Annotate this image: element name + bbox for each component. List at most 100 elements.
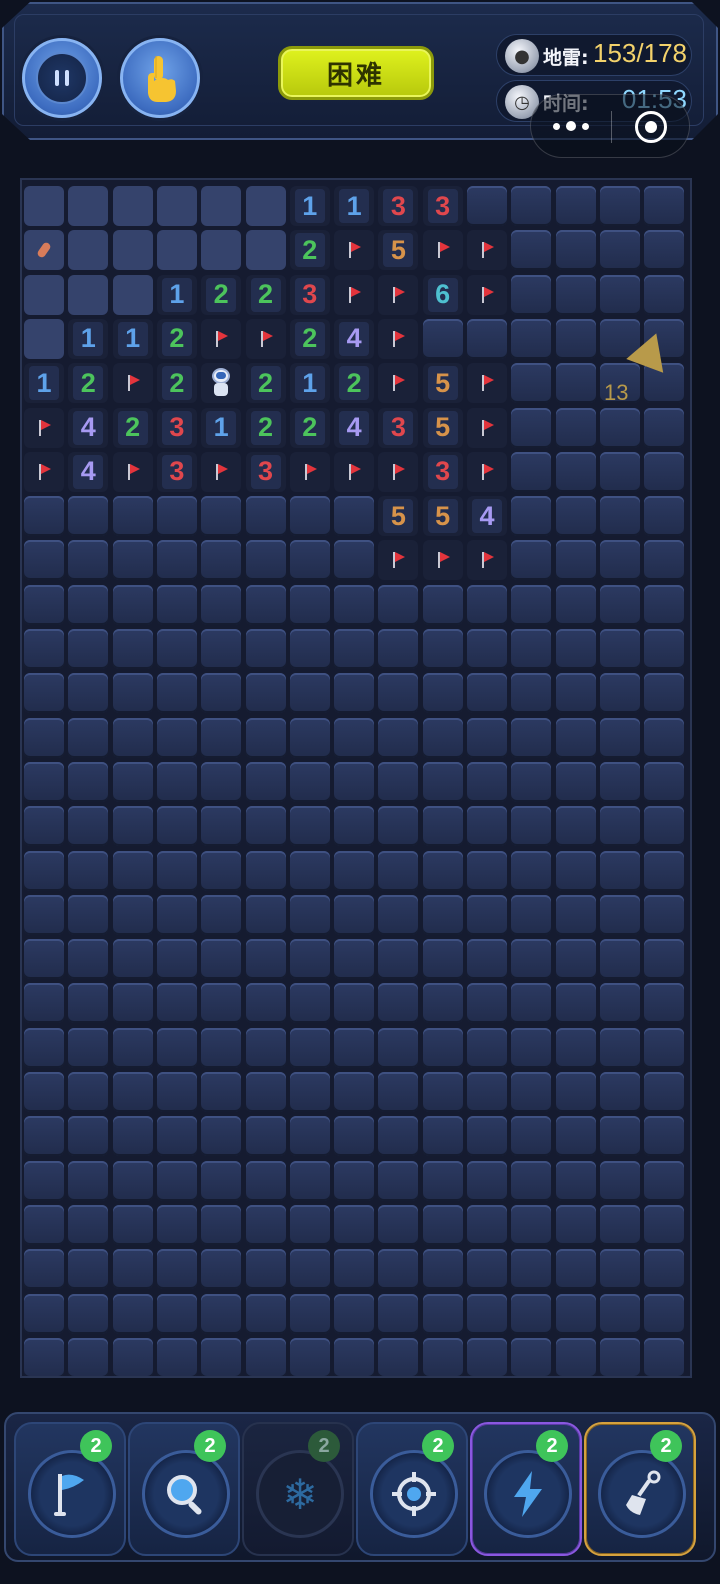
player-cell[interactable] [201, 363, 242, 404]
covered-cell[interactable] [422, 1337, 463, 1376]
covered-cell[interactable] [112, 1249, 153, 1290]
covered-cell[interactable] [467, 1204, 507, 1245]
covered-cell[interactable] [24, 1116, 64, 1157]
number-cell[interactable]: 5 [422, 496, 463, 537]
covered-cell[interactable] [511, 1027, 552, 1068]
covered-cell[interactable] [644, 451, 685, 492]
number-cell[interactable]: 3 [422, 451, 463, 492]
covered-cell[interactable] [467, 584, 507, 625]
covered-cell[interactable] [599, 1027, 640, 1068]
number-cell[interactable]: 2 [201, 274, 242, 315]
covered-cell[interactable] [245, 673, 286, 714]
covered-cell[interactable] [644, 761, 685, 802]
covered-cell[interactable] [555, 1027, 596, 1068]
covered-cell[interactable] [511, 1116, 552, 1157]
covered-cell[interactable] [156, 894, 197, 935]
covered-cell[interactable] [245, 1204, 286, 1245]
number-cell[interactable]: 4 [334, 407, 375, 448]
covered-cell[interactable] [156, 1116, 197, 1157]
covered-cell[interactable] [644, 939, 685, 980]
covered-cell[interactable] [68, 1293, 109, 1334]
covered-cell[interactable] [644, 717, 685, 758]
covered-cell[interactable] [201, 1204, 242, 1245]
covered-cell[interactable] [599, 939, 640, 980]
covered-cell[interactable] [289, 496, 330, 537]
covered-cell[interactable] [112, 1160, 153, 1201]
covered-cell[interactable] [378, 761, 419, 802]
covered-cell[interactable] [334, 584, 375, 625]
lightning-tool-button[interactable]: 2 [470, 1422, 582, 1556]
covered-cell[interactable] [201, 717, 242, 758]
covered-cell[interactable] [422, 1027, 463, 1068]
covered-cell[interactable] [511, 540, 552, 581]
covered-cell[interactable] [378, 717, 419, 758]
covered-cell[interactable] [24, 1249, 64, 1290]
flagged-cell[interactable] [467, 407, 507, 448]
number-cell[interactable]: 3 [156, 451, 197, 492]
covered-cell[interactable] [467, 318, 507, 359]
covered-cell[interactable] [644, 496, 685, 537]
covered-cell[interactable] [644, 894, 685, 935]
covered-cell[interactable] [24, 496, 64, 537]
covered-cell[interactable] [289, 761, 330, 802]
number-cell[interactable]: 1 [334, 186, 375, 226]
covered-cell[interactable] [112, 629, 153, 669]
covered-cell[interactable] [422, 673, 463, 714]
covered-cell[interactable] [555, 584, 596, 625]
covered-cell[interactable] [24, 1337, 64, 1376]
covered-cell[interactable] [644, 540, 685, 581]
covered-cell[interactable] [511, 407, 552, 448]
covered-cell[interactable] [201, 673, 242, 714]
empty-cell[interactable] [156, 230, 197, 271]
number-cell[interactable]: 3 [378, 407, 419, 448]
covered-cell[interactable] [599, 584, 640, 625]
covered-cell[interactable] [201, 629, 242, 669]
covered-cell[interactable] [644, 806, 685, 847]
covered-cell[interactable] [68, 1249, 109, 1290]
covered-cell[interactable] [156, 1293, 197, 1334]
more-icon[interactable] [553, 121, 589, 131]
covered-cell[interactable] [289, 1116, 330, 1157]
covered-cell[interactable] [68, 584, 109, 625]
covered-cell[interactable] [378, 894, 419, 935]
covered-cell[interactable] [599, 1116, 640, 1157]
covered-cell[interactable] [644, 1293, 685, 1334]
covered-cell[interactable] [511, 274, 552, 315]
covered-cell[interactable] [555, 407, 596, 448]
number-cell[interactable]: 1 [289, 186, 330, 226]
covered-cell[interactable] [511, 1072, 552, 1112]
flagged-cell[interactable] [467, 274, 507, 315]
flagged-cell[interactable] [378, 540, 419, 581]
covered-cell[interactable] [599, 186, 640, 226]
covered-cell[interactable] [201, 806, 242, 847]
covered-cell[interactable] [378, 939, 419, 980]
covered-cell[interactable] [644, 1027, 685, 1068]
covered-cell[interactable] [555, 1204, 596, 1245]
covered-cell[interactable] [289, 894, 330, 935]
covered-cell[interactable] [68, 673, 109, 714]
covered-cell[interactable] [511, 673, 552, 714]
covered-cell[interactable] [289, 1072, 330, 1112]
covered-cell[interactable] [68, 939, 109, 980]
covered-cell[interactable] [644, 1249, 685, 1290]
covered-cell[interactable] [467, 1293, 507, 1334]
covered-cell[interactable] [644, 186, 685, 226]
covered-cell[interactable] [467, 673, 507, 714]
covered-cell[interactable] [644, 1160, 685, 1201]
covered-cell[interactable] [511, 629, 552, 669]
covered-cell[interactable] [201, 983, 242, 1024]
covered-cell[interactable] [112, 850, 153, 891]
covered-cell[interactable] [289, 1027, 330, 1068]
covered-cell[interactable] [245, 761, 286, 802]
covered-cell[interactable] [378, 1072, 419, 1112]
covered-cell[interactable] [289, 1337, 330, 1376]
flagged-cell[interactable] [378, 318, 419, 359]
covered-cell[interactable] [334, 1072, 375, 1112]
close-target-icon[interactable] [635, 111, 667, 143]
number-cell[interactable]: 1 [201, 407, 242, 448]
covered-cell[interactable] [289, 1204, 330, 1245]
covered-cell[interactable] [511, 1160, 552, 1201]
covered-cell[interactable] [245, 540, 286, 581]
covered-cell[interactable] [334, 850, 375, 891]
covered-cell[interactable] [201, 1160, 242, 1201]
